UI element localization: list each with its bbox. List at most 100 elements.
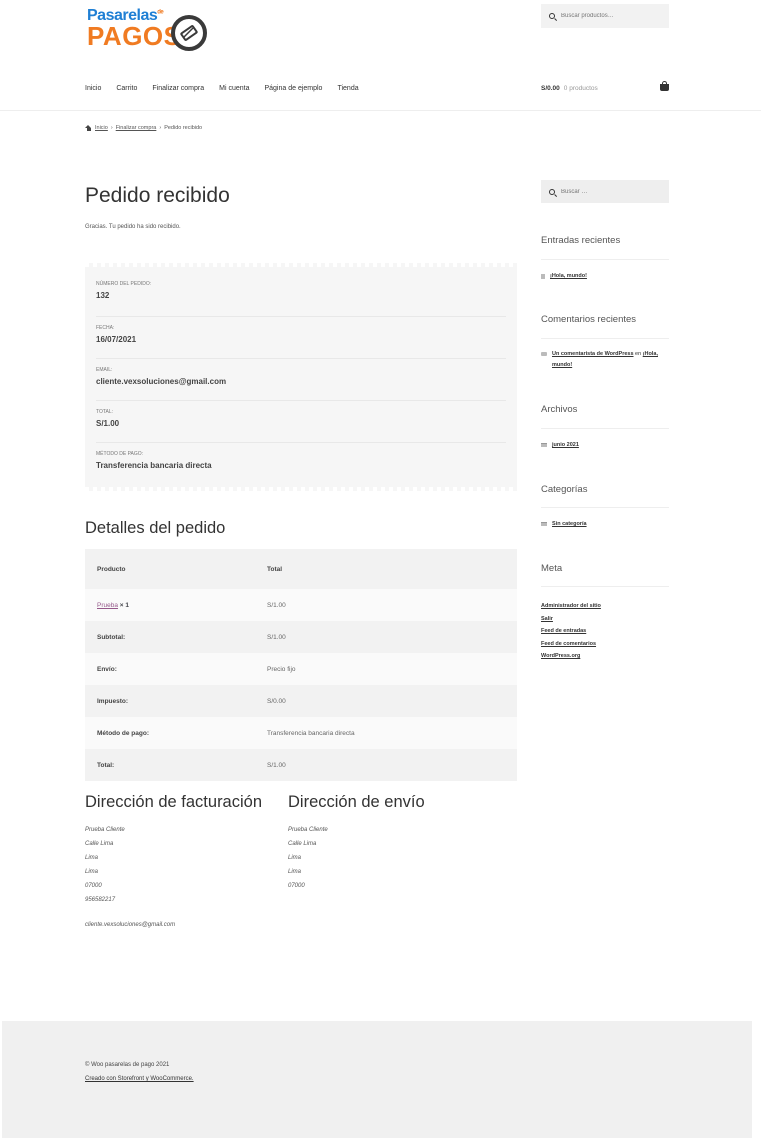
nav-mi-cuenta[interactable]: Mi cuenta: [219, 85, 249, 92]
order-total-label: Total:: [96, 409, 114, 415]
divider: [541, 507, 669, 508]
order-date-value: 16/07/2021: [96, 335, 137, 344]
order-details-title: Detalles del pedido: [85, 519, 226, 537]
billing-address: Prueba Cliente Calle Lima Lima Lima 0700…: [85, 823, 125, 907]
address-line: 07000: [85, 883, 102, 889]
order-number: Número del pedido: 132: [96, 281, 506, 317]
meta-link-admin[interactable]: Administrador del sitio: [541, 600, 601, 613]
footer-copyright: © Woo pasarelas de pago 2021: [85, 1062, 170, 1068]
table-row: Total: S/1.00: [85, 749, 517, 781]
logo-text-bottom: PAGOS: [87, 21, 182, 51]
recent-post-link[interactable]: ¡Hola, mundo!: [550, 271, 587, 282]
address-line: Calle Lima: [85, 841, 114, 847]
archive-link[interactable]: junio 2021: [552, 440, 579, 451]
recent-post-item: ¡Hola, mundo!: [541, 271, 669, 282]
payment-label: Método de pago:: [85, 717, 267, 749]
subtotal-value: S/1.00: [267, 621, 517, 653]
nav-tienda[interactable]: Tienda: [337, 85, 358, 92]
order-email: Email: cliente.vexsoluciones@gmail.com: [96, 367, 506, 401]
nav-inicio[interactable]: Inicio: [85, 85, 101, 92]
order-details-table: Producto Total Prueba × 1 S/1.00 Subtota…: [85, 549, 517, 781]
address-line: Lima: [85, 869, 99, 875]
address-line: Lima: [288, 869, 302, 875]
search-icon: [549, 13, 555, 19]
tax-value: S/0.00: [267, 685, 517, 717]
product-search[interactable]: [541, 4, 669, 28]
breadcrumb-home[interactable]: Inicio: [95, 125, 108, 131]
order-payment-method: Método de pago: Transferencia bancaria d…: [96, 451, 506, 481]
subtotal-label: Subtotal:: [85, 621, 267, 653]
meta-link-comments-feed[interactable]: Feed de comentarios: [541, 638, 601, 651]
column-product: Producto: [85, 549, 267, 589]
folder-icon: [541, 443, 547, 447]
sidebar-search-input[interactable]: [561, 188, 657, 195]
cart-count: 0 productos: [563, 85, 598, 92]
divider: [541, 338, 669, 339]
column-total: Total: [267, 549, 517, 589]
thank-you-message: Gracias. Tu pedido ha sido recibido.: [85, 224, 181, 230]
meta-link-wordpress[interactable]: WordPress.org: [541, 650, 601, 663]
breadcrumb-separator: ›: [110, 125, 113, 131]
meta-links: Administrador del sitio Salir Feed de en…: [541, 600, 601, 663]
order-total: Total: S/1.00: [96, 409, 506, 443]
site-logo[interactable]: Pasarelasde PAGOS: [87, 7, 212, 53]
home-icon: [85, 125, 92, 131]
breadcrumb-current: Pedido recibido: [164, 125, 203, 131]
payment-method-label: Método de pago:: [96, 451, 144, 457]
table-row: Impuesto: S/0.00: [85, 685, 517, 717]
site-footer: © Woo pasarelas de pago 2021 Creado con …: [2, 1021, 752, 1138]
cart-amount: S/0.00: [541, 85, 560, 92]
meta-link-logout[interactable]: Salir: [541, 613, 601, 626]
logo-card-icon: [171, 15, 207, 51]
product-search-input[interactable]: [561, 13, 657, 19]
table-row: Subtotal: S/1.00: [85, 621, 517, 653]
payment-method-value: Transferencia bancaria directa: [96, 461, 212, 470]
shipping-address-title: Dirección de envío: [288, 793, 425, 811]
widget-title-meta: Meta: [541, 563, 563, 574]
order-email-label: Email:: [96, 367, 113, 373]
breadcrumb: Inicio › Finalizar compra › Pedido recib…: [85, 125, 202, 131]
product-cell: Prueba × 1: [85, 589, 267, 621]
billing-email: cliente.vexsoluciones@gmail.com: [85, 922, 176, 928]
address-line: Calle Lima: [288, 841, 317, 847]
widget-title-recent-comments: Comentarios recientes: [541, 314, 637, 325]
document-icon: [541, 274, 545, 279]
shipping-label: Envío:: [85, 653, 267, 685]
comment-icon: [541, 352, 547, 356]
basket-icon: [660, 81, 669, 91]
product-link[interactable]: Prueba: [97, 602, 118, 609]
recent-comment-item: Un comentarista de WordPress en ¡Hola, m…: [541, 349, 669, 371]
nav-carrito[interactable]: Carrito: [116, 85, 137, 92]
order-date-label: Fecha:: [96, 325, 115, 331]
product-total: S/1.00: [267, 589, 517, 621]
comment-author-link[interactable]: Un comentarista de WordPress: [552, 351, 634, 357]
widget-title-categories: Categorías: [541, 484, 588, 495]
address-line: Lima: [85, 855, 99, 861]
billing-address-title: Dirección de facturación: [85, 793, 263, 811]
divider: [541, 428, 669, 429]
footer-credit-link[interactable]: Creado con Storefront y WooCommerce.: [85, 1076, 194, 1082]
nav-finalizar-compra[interactable]: Finalizar compra: [152, 85, 204, 92]
breadcrumb-checkout[interactable]: Finalizar compra: [116, 125, 157, 131]
order-number-value: 132: [96, 291, 110, 300]
table-row: Envío: Precio fijo: [85, 653, 517, 685]
order-number-label: Número del pedido:: [96, 281, 152, 287]
nav-pagina-ejemplo[interactable]: Página de ejemplo: [264, 85, 322, 92]
order-date: Fecha: 16/07/2021: [96, 325, 506, 359]
order-email-value: cliente.vexsoluciones@gmail.com: [96, 377, 227, 386]
meta-link-entries-feed[interactable]: Feed de entradas: [541, 625, 601, 638]
order-total-value: S/1.00: [96, 419, 120, 428]
divider: [541, 586, 669, 587]
header-cart[interactable]: S/0.00 0 productos: [541, 81, 669, 92]
total-value: S/1.00: [267, 749, 517, 781]
table-row: Prueba × 1 S/1.00: [85, 589, 517, 621]
tax-label: Impuesto:: [85, 685, 267, 717]
breadcrumb-separator: ›: [159, 125, 162, 131]
sidebar-search[interactable]: [541, 180, 669, 203]
billing-phone: 956582217: [85, 897, 116, 903]
site-header: Pasarelasde PAGOS Inicio Carrito Finaliz…: [0, 0, 761, 111]
payment-value: Transferencia bancaria directa: [267, 717, 517, 749]
recent-comment-text: Un comentarista de WordPress en ¡Hola, m…: [552, 349, 669, 371]
address-line: 07000: [288, 883, 305, 889]
category-link[interactable]: Sin categoría: [552, 519, 587, 530]
